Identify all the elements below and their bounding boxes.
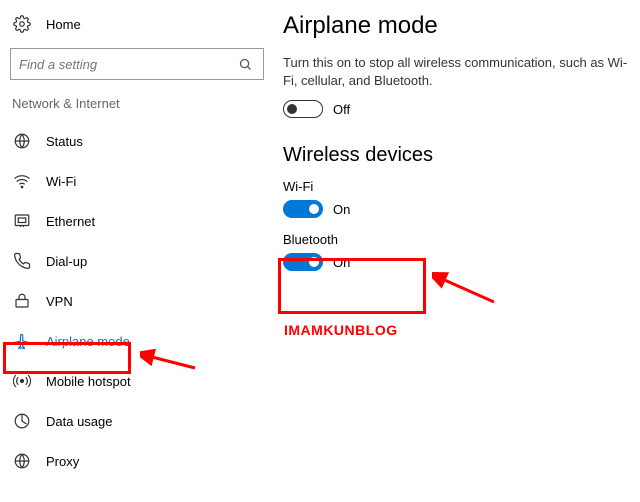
sidebar-item-wifi[interactable]: Wi-Fi [8,161,275,201]
sidebar-item-label: Mobile hotspot [46,374,131,389]
sidebar-section-label: Network & Internet [8,94,275,121]
gear-icon [12,14,32,34]
search-input-container[interactable] [10,48,264,80]
sidebar-home-label: Home [46,17,81,32]
sidebar-item-label: Data usage [46,414,113,429]
page-description: Turn this on to stop all wireless commun… [283,54,628,90]
wifi-toggle[interactable] [283,200,323,218]
search-input[interactable] [19,57,235,72]
bluetooth-toggle-row: On [283,253,628,271]
search-icon [235,54,255,74]
sidebar-item-label: Airplane mode [46,334,130,349]
airplane-mode-state: Off [333,102,350,117]
main-panel: Airplane mode Turn this on to stop all w… [275,0,640,502]
airplane-icon [12,331,32,351]
sidebar-item-dialup[interactable]: Dial-up [8,241,275,281]
sidebar-item-proxy[interactable]: Proxy [8,441,275,481]
sidebar-item-label: Status [46,134,83,149]
airplane-mode-toggle[interactable] [283,100,323,118]
sidebar-item-label: Wi-Fi [46,174,76,189]
sidebar-item-mobile-hotspot[interactable]: Mobile hotspot [8,361,275,401]
sidebar-item-label: Dial-up [46,254,87,269]
proxy-icon [12,451,32,471]
wifi-device-label: Wi-Fi [283,179,628,194]
sidebar-item-label: Proxy [46,454,79,469]
hotspot-icon [12,371,32,391]
wifi-icon [12,171,32,191]
wireless-devices-heading: Wireless devices [283,144,628,167]
sidebar-item-label: Ethernet [46,214,95,229]
bluetooth-state: On [333,255,350,270]
ethernet-icon [12,211,32,231]
sidebar-item-vpn[interactable]: VPN [8,281,275,321]
wifi-state: On [333,202,350,217]
sidebar-item-ethernet[interactable]: Ethernet [8,201,275,241]
airplane-mode-toggle-row: Off [283,100,628,118]
dialup-icon [12,251,32,271]
vpn-icon [12,291,32,311]
page-title: Airplane mode [283,12,628,40]
data-usage-icon [12,411,32,431]
sidebar-item-airplane-mode[interactable]: Airplane mode [8,321,275,361]
bluetooth-device-label: Bluetooth [283,232,628,247]
sidebar-item-data-usage[interactable]: Data usage [8,401,275,441]
status-icon [12,131,32,151]
sidebar: Home Network & Internet Status Wi-Fi [0,0,275,502]
bluetooth-toggle[interactable] [283,253,323,271]
sidebar-item-home[interactable]: Home [8,10,275,44]
sidebar-item-label: VPN [46,294,73,309]
sidebar-item-status[interactable]: Status [8,121,275,161]
wifi-toggle-row: On [283,200,628,218]
